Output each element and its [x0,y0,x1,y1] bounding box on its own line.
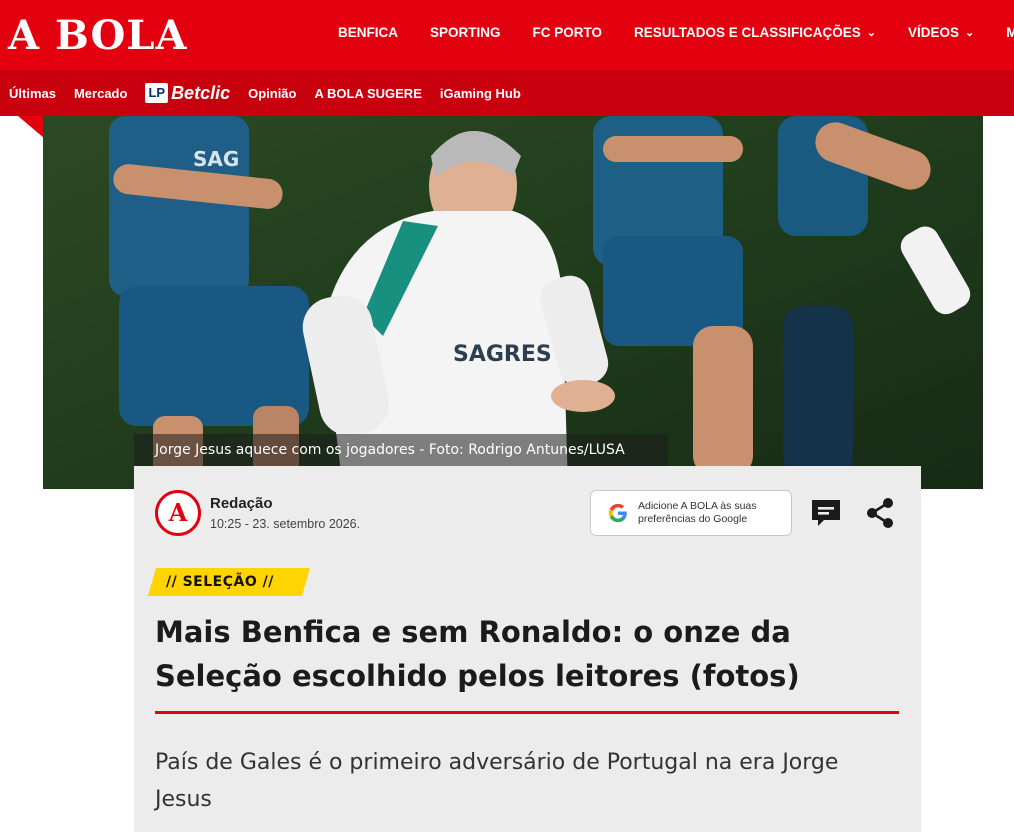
headline-divider [155,711,899,714]
nav-label: BENFICA [338,25,398,40]
subnav-item-mercado[interactable]: Mercado [74,86,127,101]
google-button-line1: Adicione A BOLA às suas [638,500,757,512]
sub-nav: Últimas Mercado LP Betclic Opinião A BOL… [9,70,539,116]
hero-image: SAG SAGRES Jorge Jesus aquece com os jog… [43,116,983,489]
section-tag-label: // SELEÇÃO // [166,574,274,590]
chevron-down-icon: ⌄ [866,27,877,39]
sponsor-betclic-link[interactable]: LP Betclic [145,83,230,104]
author-avatar[interactable]: A [155,490,201,536]
share-icon[interactable] [864,496,896,530]
author-avatar-letter: A [168,498,188,527]
add-google-preferences-button[interactable]: Adicione A BOLA às suas preferências do … [590,490,792,536]
nav-label: SPORTING [430,25,501,40]
lp-badge: LP [145,83,169,103]
subnav-item-a-bola-sugere[interactable]: A BOLA SUGERE [314,86,421,101]
site-logo[interactable]: A BOLA [8,14,188,58]
google-button-text: Adicione A BOLA às suas preferências do … [638,500,757,526]
subnav-item-opiniao[interactable]: Opinião [248,86,296,101]
nav-label: VÍDEOS [908,25,960,40]
section-tag[interactable]: // SELEÇÃO // [147,568,311,596]
comment-icon[interactable] [810,498,842,528]
subnav-item-igaming-hub[interactable]: iGaming Hub [440,86,521,101]
nav-label: M [1006,25,1014,40]
betclic-logo: Betclic [171,82,231,103]
google-icon [608,503,627,523]
nav-item-resultados[interactable]: RESULTADOS E CLASSIFICAÇÕES ⌄ [634,25,876,40]
svg-text:SAGRES: SAGRES [453,342,552,367]
sub-header: Últimas Mercado LP Betclic Opinião A BOL… [0,70,1014,116]
photo-caption: Jorge Jesus aquece com os jogadores - Fo… [134,434,668,466]
chevron-down-icon: ⌄ [965,27,975,39]
article-lead: País de Gales é o primeiro adversário de… [155,750,839,812]
nav-label: RESULTADOS E CLASSIFICAÇÕES [634,25,861,40]
nav-item-videos[interactable]: VÍDEOS ⌄ [908,25,974,40]
subnav-item-ultimas[interactable]: Últimas [9,86,56,101]
publish-datetime: 10:25 - 23. setembro 2026. [210,517,361,531]
google-button-line2: preferências do Google [638,513,748,525]
article-card: A Redação 10:25 - 23. setembro 2026. Adi… [134,466,921,832]
decorative-corner [0,116,44,140]
nav-label: FC PORTO [532,25,603,40]
main-nav: BENFICA SPORTING FC PORTO RESULTADOS E C… [338,25,1014,40]
nav-item-sporting[interactable]: SPORTING [430,25,501,40]
article-headline: Mais Benfica e sem Ronaldo: o onze da Se… [155,615,800,693]
nav-item-benfica[interactable]: BENFICA [338,25,398,40]
svg-text:SAG: SAG [193,147,239,171]
top-header: A BOLA BENFICA SPORTING FC PORTO RESULTA… [0,0,1014,70]
nav-item-fc-porto[interactable]: FC PORTO [533,25,603,40]
nav-item-more[interactable]: M [1006,25,1014,40]
author-name[interactable]: Redação [210,495,273,512]
